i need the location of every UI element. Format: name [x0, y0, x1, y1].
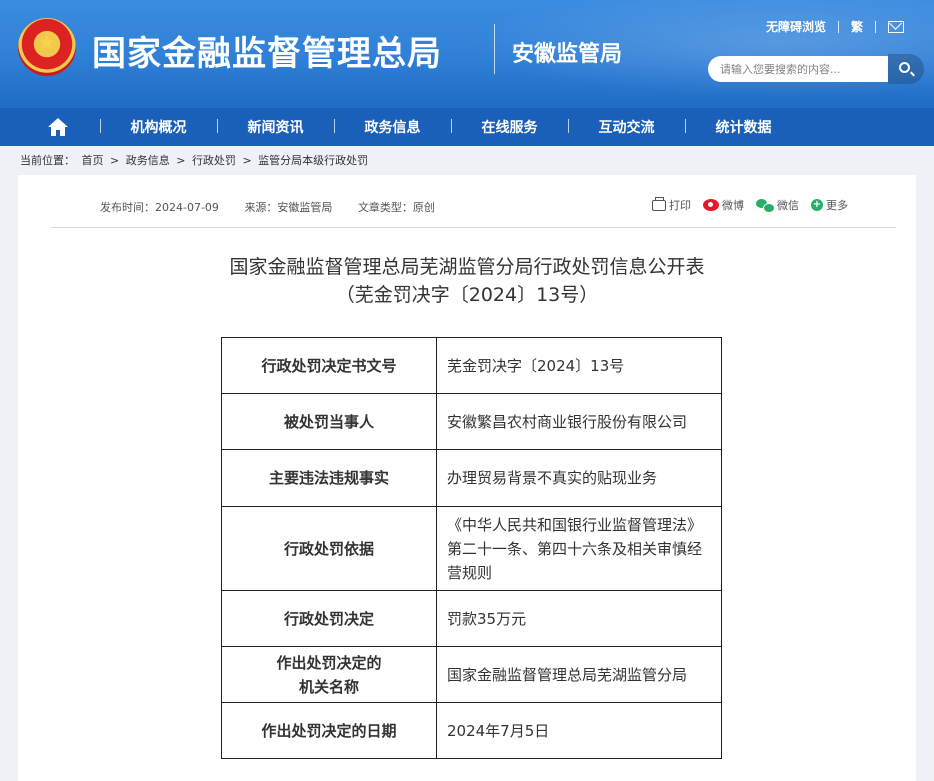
- accessibility-link[interactable]: 无障碍浏览: [766, 18, 826, 35]
- site-title[interactable]: 国家金融监督管理总局: [92, 26, 442, 75]
- table-value: 办理贸易背景不真实的贴现业务: [436, 449, 722, 507]
- weibo-icon: [703, 199, 719, 211]
- article-type: 文章类型：原创: [357, 201, 435, 214]
- printer-icon: [652, 196, 666, 211]
- nav-item-news[interactable]: 新闻资讯: [217, 117, 334, 137]
- branch-name: 安徽监管局: [512, 42, 623, 67]
- top-links: 无障碍浏览 繁: [766, 18, 904, 35]
- table-row: 作出处罚决定的日期 2024年7月5日: [221, 702, 722, 759]
- nav-item-interaction[interactable]: 互动交流: [568, 117, 685, 137]
- table-value: 国家金融监督管理总局芜湖监管分局: [436, 646, 722, 703]
- table-key: 作出处罚决定的 机关名称: [221, 646, 437, 703]
- table-value: 2024年7月5日: [436, 702, 722, 759]
- more-label: 更多: [826, 199, 848, 212]
- nav-item-statistics[interactable]: 统计数据: [685, 117, 802, 137]
- print-button[interactable]: 打印: [652, 196, 691, 213]
- nav-item-about[interactable]: 机构概况: [100, 117, 217, 137]
- table-value: 罚款35万元: [436, 590, 722, 647]
- article-card: 发布时间：2024-07-09 来源：安徽监管局 文章类型：原创 打印 微博 微…: [18, 175, 916, 781]
- nav-home[interactable]: [0, 108, 100, 146]
- nav-item-online-service[interactable]: 在线服务: [451, 117, 568, 137]
- article-meta: 发布时间：2024-07-09 来源：安徽监管局 文章类型：原创: [100, 199, 457, 215]
- table-row: 作出处罚决定的 机关名称 国家金融监督管理总局芜湖监管分局: [221, 646, 722, 703]
- table-value: 芜金罚决字〔2024〕13号: [436, 337, 722, 394]
- search-button[interactable]: [888, 54, 924, 84]
- table-value: 安徽繁昌农村商业银行股份有限公司: [436, 393, 722, 450]
- table-key: 作出处罚决定的日期: [221, 702, 437, 759]
- table-row: 行政处罚依据 《中华人民共和国银行业监督管理法》第二十一条、第四十六条及相关审慎…: [221, 506, 722, 591]
- wechat-label: 微信: [777, 199, 799, 212]
- document-title: 国家金融监督管理总局芜湖监管分局行政处罚信息公开表 （芜金罚决字〔2024〕13…: [18, 253, 916, 309]
- penalty-info-table: 行政处罚决定书文号 芜金罚决字〔2024〕13号 被处罚当事人 安徽繁昌农村商业…: [221, 337, 722, 759]
- table-row: 被处罚当事人 安徽繁昌农村商业银行股份有限公司: [221, 393, 722, 450]
- table-key: 主要违法违规事实: [221, 449, 437, 507]
- breadcrumb-separator: >: [176, 154, 186, 167]
- table-key: 行政处罚依据: [221, 506, 437, 591]
- table-key: 行政处罚决定: [221, 590, 437, 647]
- meta-divider: [50, 227, 896, 228]
- nav-item-government-info[interactable]: 政务信息: [334, 117, 451, 137]
- table-value: 《中华人民共和国银行业监督管理法》第二十一条、第四十六条及相关审慎经营规则: [436, 506, 722, 591]
- table-key: 行政处罚决定书文号: [221, 337, 437, 394]
- plus-icon: +: [811, 199, 823, 211]
- search-icon: [899, 62, 910, 73]
- table-row: 行政处罚决定书文号 芜金罚决字〔2024〕13号: [221, 337, 722, 394]
- home-icon: [48, 118, 68, 136]
- print-label: 打印: [669, 199, 691, 212]
- breadcrumb-separator: >: [242, 154, 252, 167]
- link-separator: [875, 20, 876, 33]
- table-key: 被处罚当事人: [221, 393, 437, 450]
- traditional-chinese-link[interactable]: 繁: [851, 18, 863, 35]
- breadcrumb-prefix: 当前位置：: [20, 154, 75, 167]
- breadcrumb-separator: >: [110, 154, 120, 167]
- link-separator: [837, 20, 839, 33]
- site-header: ★ 国家金融监督管理总局 安徽监管局 无障碍浏览 繁: [0, 0, 934, 108]
- title-divider: [494, 24, 495, 74]
- table-row: 行政处罚决定 罚款35万元: [221, 590, 722, 647]
- share-bar: 打印 微博 微信 + 更多: [640, 196, 848, 213]
- table-key-line-1: 作出处罚决定的: [276, 653, 382, 672]
- wechat-share-button[interactable]: 微信: [756, 197, 799, 213]
- more-share-button[interactable]: + 更多: [811, 197, 848, 213]
- breadcrumb-government-info[interactable]: 政务信息: [126, 154, 170, 167]
- main-nav: 机构概况 新闻资讯 政务信息 在线服务 互动交流 统计数据: [0, 108, 934, 146]
- wechat-icon: [756, 198, 775, 213]
- search-input[interactable]: [708, 56, 888, 82]
- breadcrumb: 当前位置： 首页 > 政务信息 > 行政处罚 > 监管分局本级行政处罚: [20, 152, 371, 168]
- breadcrumb-penalty[interactable]: 行政处罚: [192, 154, 236, 167]
- article-source: 来源：安徽监管局: [244, 201, 333, 214]
- mail-icon[interactable]: [888, 20, 904, 33]
- weibo-label: 微博: [722, 199, 744, 212]
- breadcrumb-current[interactable]: 监管分局本级行政处罚: [258, 154, 368, 167]
- breadcrumb-home[interactable]: 首页: [82, 154, 104, 167]
- title-line-1: 国家金融监督管理总局芜湖监管分局行政处罚信息公开表: [229, 256, 705, 278]
- table-row: 主要违法违规事实 办理贸易背景不真实的贴现业务: [221, 449, 722, 507]
- table-key-line-2: 机关名称: [298, 677, 359, 696]
- publish-time: 发布时间：2024-07-09: [100, 201, 219, 214]
- title-line-2: （芜金罚决字〔2024〕13号）: [335, 284, 599, 306]
- weibo-share-button[interactable]: 微博: [703, 197, 744, 213]
- national-emblem-icon: ★: [18, 18, 76, 76]
